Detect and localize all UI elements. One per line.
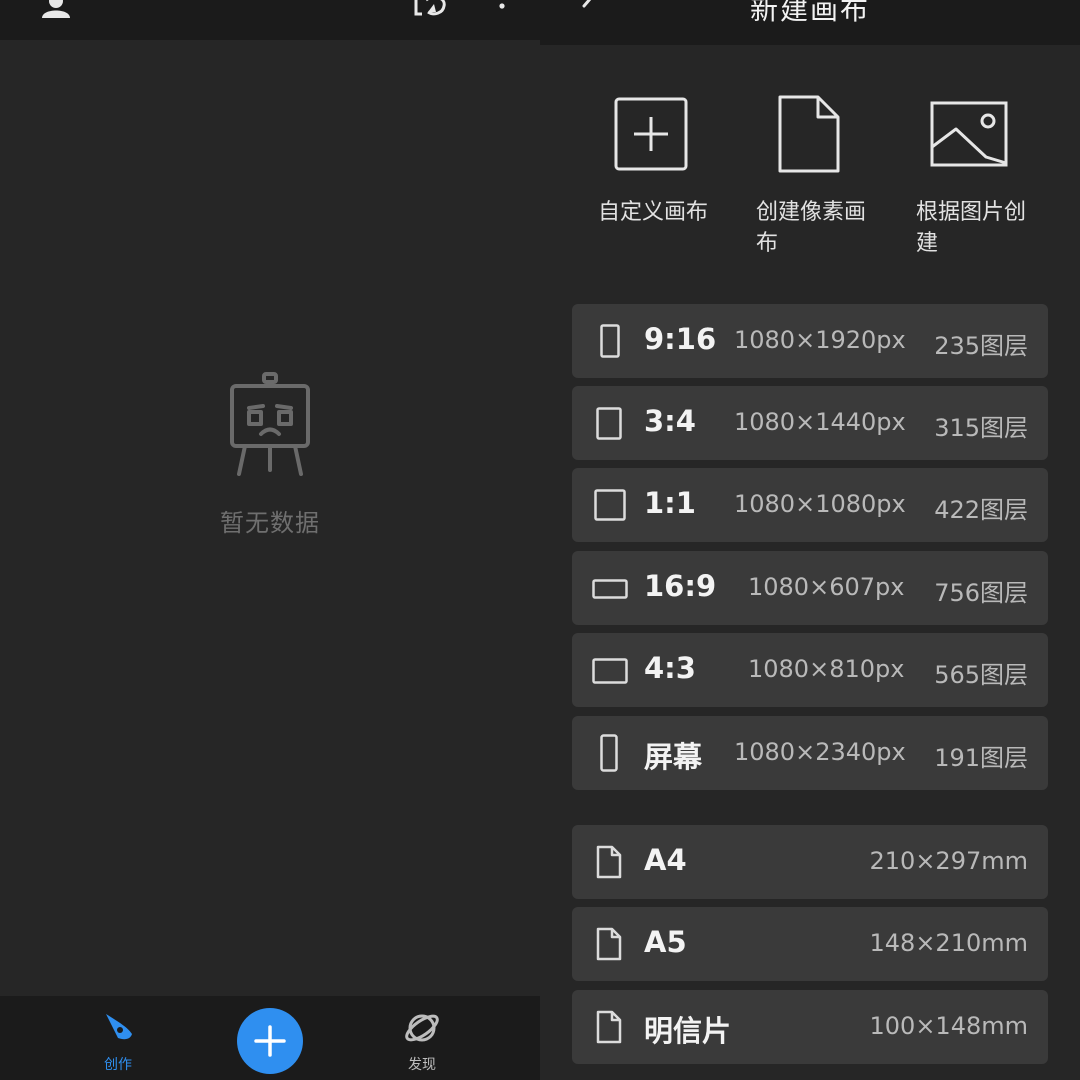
preset-layers: 235图层: [934, 332, 1028, 360]
page-title: 新建画布: [749, 0, 870, 26]
portrait-ratio-icon: [600, 324, 620, 358]
preset-3-4[interactable]: 3:4 1080×1440px 315图层: [572, 386, 1048, 460]
nav-create-tab[interactable]: 创作: [88, 1008, 148, 1074]
preset-dimensions: 1080×810px: [748, 655, 905, 683]
empty-state: 暂无数据: [200, 372, 340, 542]
paper-name: A5: [644, 925, 687, 959]
preset-4-3[interactable]: 4:3 1080×810px 565图层: [572, 633, 1048, 707]
image-icon: [930, 101, 1008, 167]
preset-1-1[interactable]: 1:1 1080×1080px 422图层: [572, 468, 1048, 542]
add-button[interactable]: [237, 1008, 303, 1074]
empty-message: 暂无数据: [220, 509, 320, 537]
nav-discover-tab[interactable]: 发现: [392, 1008, 452, 1074]
document-icon: [596, 927, 622, 961]
preset-ratio: 3:4: [644, 404, 696, 438]
document-icon: [596, 1010, 622, 1044]
easel-icon: [230, 372, 310, 476]
preset-layers: 422图层: [934, 496, 1028, 524]
pixel-canvas-button[interactable]: 创建像素画布: [756, 95, 866, 265]
preset-layers: 191图层: [934, 744, 1028, 772]
user-icon[interactable]: [40, 0, 72, 18]
preset-9-16[interactable]: 9:16 1080×1920px 235图层: [572, 304, 1048, 378]
home-panel: 暂无数据 创作 发现: [0, 0, 540, 1080]
preset-layers: 315图层: [934, 414, 1028, 442]
preset-layers: 565图层: [934, 661, 1028, 689]
preset-dimensions: 1080×1080px: [734, 490, 906, 518]
preset-ratio: 1:1: [644, 486, 696, 520]
preset-ratio: 屏幕: [644, 740, 703, 774]
new-canvas-panel: 新建画布 自定义画布 创建像素画布 根据图片创建 9:16 1080×1920p…: [540, 0, 1080, 1080]
preset-ratio: 9:16: [644, 322, 717, 356]
pixel-canvas-label: 创建像素画布: [756, 200, 867, 256]
preset-dimensions: 1080×2340px: [734, 738, 906, 766]
nav-discover-label: 发现: [408, 1057, 436, 1073]
nav-create-label: 创作: [104, 1057, 132, 1073]
phone-screen-icon: [600, 734, 618, 772]
landscape-ratio-icon: [592, 658, 628, 684]
plus-icon: [254, 1025, 286, 1057]
planet-icon: [405, 1014, 439, 1042]
paper-postcard[interactable]: 明信片 100×148mm: [572, 990, 1048, 1064]
paper-size: 210×297mm: [869, 847, 1028, 875]
from-image-button[interactable]: 根据图片创建: [916, 95, 1026, 265]
paper-name: A4: [644, 843, 687, 877]
preset-dimensions: 1080×1920px: [734, 326, 906, 354]
landscape-ratio-icon: [592, 579, 628, 599]
preset-ratio: 16:9: [644, 569, 717, 603]
new-canvas-top-bar: 新建画布: [540, 0, 1080, 45]
paper-a5[interactable]: A5 148×210mm: [572, 907, 1048, 981]
paper-a4[interactable]: A4 210×297mm: [572, 825, 1048, 899]
preset-dimensions: 1080×607px: [748, 573, 905, 601]
brush-icon: [106, 1014, 132, 1040]
preset-layers: 756图层: [934, 579, 1028, 607]
preset-16-9[interactable]: 16:9 1080×607px 756图层: [572, 551, 1048, 625]
home-top-bar: [0, 0, 540, 40]
custom-canvas-button[interactable]: 自定义画布: [598, 95, 708, 265]
paper-size: 148×210mm: [869, 929, 1028, 957]
document-icon: [596, 845, 622, 879]
square-ratio-icon: [594, 489, 626, 521]
preset-screen[interactable]: 屏幕 1080×2340px 191图层: [572, 716, 1048, 790]
sync-icon[interactable]: [412, 0, 450, 18]
preset-dimensions: 1080×1440px: [734, 408, 906, 436]
add-square-icon: [614, 97, 688, 171]
more-icon[interactable]: [494, 0, 510, 18]
bottom-navigation: 创作 发现: [0, 996, 540, 1080]
preset-ratio: 4:3: [644, 651, 696, 685]
paper-name: 明信片: [644, 1014, 732, 1048]
paper-size: 100×148mm: [869, 1012, 1028, 1040]
portrait-ratio-icon: [596, 407, 622, 440]
document-icon: [778, 95, 840, 173]
custom-canvas-label: 自定义画布: [598, 200, 709, 225]
from-image-label: 根据图片创建: [916, 200, 1027, 256]
